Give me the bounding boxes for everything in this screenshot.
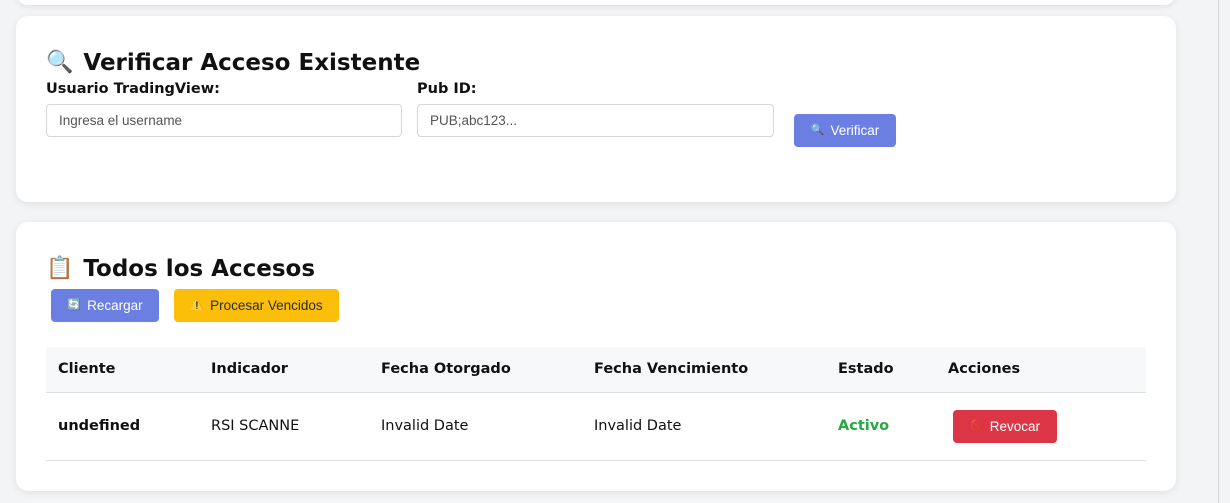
scrollbar-track[interactable] — [1218, 0, 1230, 503]
verify-title-text: Verificar Acceso Existente — [83, 50, 421, 76]
magnifier-icon: 🔍 — [810, 124, 825, 136]
verify-button-label: Verificar — [830, 123, 880, 138]
previous-card-edge — [16, 0, 1176, 5]
revoke-button-label: Revocar — [989, 418, 1040, 434]
pubid-label: Pub ID: — [417, 81, 477, 97]
cell-client: undefined — [46, 392, 199, 461]
warning-icon: ⚠️ — [190, 299, 205, 311]
refresh-icon: 🔄 — [67, 299, 82, 311]
actions-wrapper: 🚫 Revocar — [948, 409, 1146, 443]
page: 🔍 Verificar Acceso Existente Usuario Tra… — [0, 0, 1230, 503]
list-title-text: Todos los Accesos — [83, 256, 316, 282]
cell-indicator: RSI SCANNE — [199, 392, 369, 461]
username-input[interactable] — [46, 104, 402, 137]
reload-button-label: Recargar — [87, 298, 143, 313]
table-row: undefined RSI SCANNE Invalid Date Invali… — [46, 392, 1146, 461]
process-expired-button[interactable]: ⚠️ Procesar Vencidos — [174, 289, 339, 322]
username-label: Usuario TradingView: — [46, 81, 220, 97]
column-header-actions: Acciones — [936, 347, 1146, 393]
verify-access-card: 🔍 Verificar Acceso Existente Usuario Tra… — [16, 16, 1176, 202]
verify-button[interactable]: 🔍 Verificar — [794, 114, 896, 147]
cell-expiry-date: Invalid Date — [582, 392, 826, 461]
column-header-indicator: Indicador — [199, 347, 369, 393]
cell-actions: 🚫 Revocar — [936, 392, 1146, 461]
column-header-client: Cliente — [46, 347, 199, 393]
magnifier-icon: 🔍 — [46, 50, 74, 75]
status-badge: Activo — [826, 392, 936, 461]
column-header-status: Estado — [826, 347, 936, 393]
cell-granted-date: Invalid Date — [369, 392, 582, 461]
column-header-granted: Fecha Otorgado — [369, 347, 582, 393]
table-header-row: Cliente Indicador Fecha Otorgado Fecha V… — [46, 347, 1146, 393]
verify-card-title: 🔍 Verificar Acceso Existente — [46, 50, 420, 76]
access-table: Cliente Indicador Fecha Otorgado Fecha V… — [46, 347, 1146, 461]
list-card-title: 📋 Todos los Accesos — [46, 256, 315, 282]
process-button-label: Procesar Vencidos — [210, 298, 323, 313]
prohibited-icon: 🚫 — [970, 419, 984, 432]
clipboard-icon: 📋 — [46, 256, 74, 281]
reload-button[interactable]: 🔄 Recargar — [51, 289, 159, 322]
pubid-input[interactable] — [417, 104, 774, 137]
column-header-expires: Fecha Vencimiento — [582, 347, 826, 393]
all-access-card: 📋 Todos los Accesos 🔄 Recargar ⚠️ Proces… — [16, 222, 1176, 491]
revoke-button[interactable]: 🚫 Revocar — [953, 409, 1057, 443]
